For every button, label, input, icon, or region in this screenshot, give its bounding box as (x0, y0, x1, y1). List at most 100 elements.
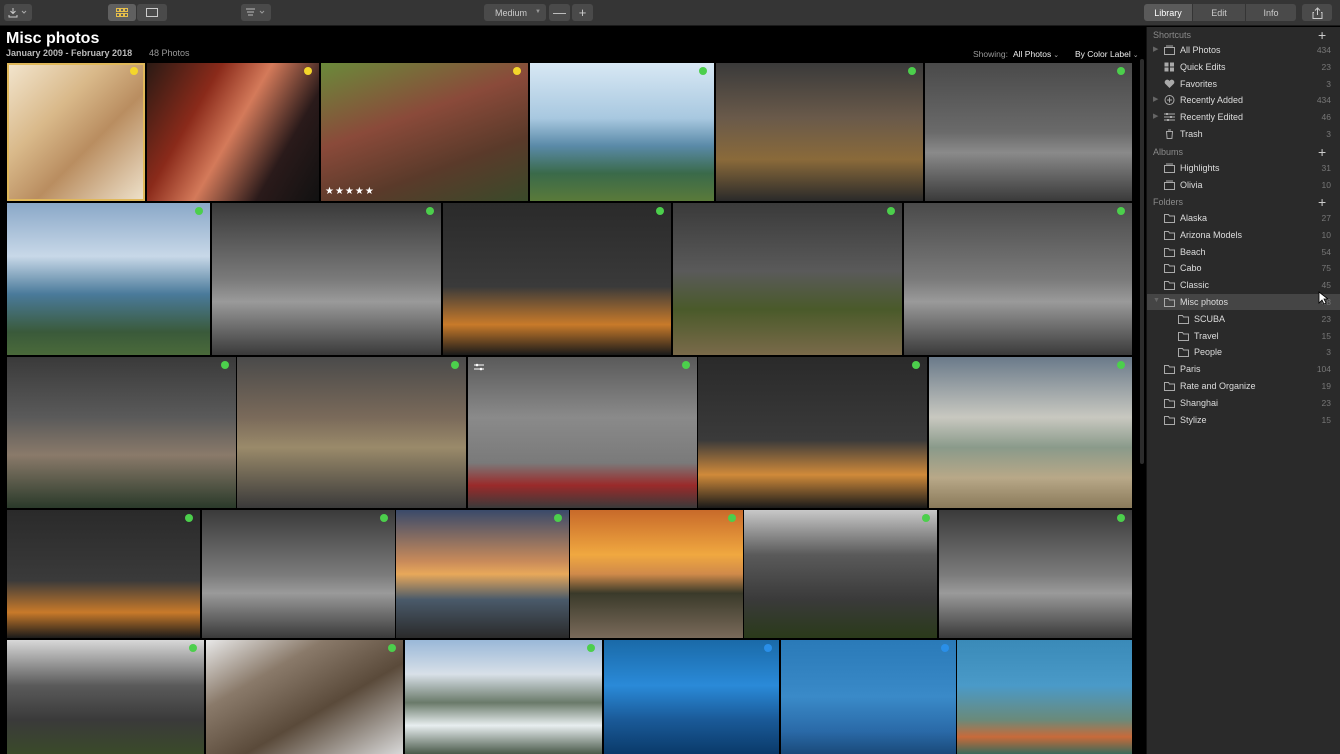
sidebar-folder-arizona-models[interactable]: Arizona Models 10 (1147, 227, 1340, 243)
tab-edit[interactable]: Edit (1193, 4, 1245, 21)
single-view-button[interactable] (137, 4, 167, 21)
add-folder-button[interactable]: + (1318, 195, 1326, 209)
sort-button[interactable] (241, 4, 271, 21)
disclosure-closed-icon[interactable]: ▶ (1153, 112, 1158, 120)
photo-thumbnail[interactable] (7, 203, 210, 355)
sidebar-item-label: Alaska (1180, 213, 1208, 223)
color-label-dot (189, 644, 197, 652)
photo-thumbnail[interactable] (237, 357, 466, 508)
photo-thumbnail[interactable] (698, 357, 927, 508)
sidebar-item-label: SCUBA (1194, 313, 1226, 324)
photo-thumbnail[interactable] (904, 203, 1132, 355)
sidebar-item-label: People (1194, 347, 1223, 358)
sidebar-item-count: 75 (1321, 263, 1331, 274)
photo-browser: Misc photos January 2009 - February 2018… (0, 27, 1146, 754)
photo-thumbnail[interactable] (716, 63, 923, 201)
date-range: January 2009 - February 2018 (6, 48, 133, 58)
sidebar-shortcut-trash[interactable]: Trash 3 (1147, 126, 1340, 142)
color-label-dot (513, 67, 521, 75)
sidebar-folder-scuba[interactable]: SCUBA 23 (1147, 311, 1340, 327)
folder-icon (1164, 247, 1175, 257)
sidebar-shortcut-favorites[interactable]: Favorites 3 (1147, 76, 1340, 92)
photo-thumbnail[interactable] (147, 63, 319, 201)
sidebar-shortcut-quick-edits[interactable]: Quick Edits 23 (1147, 59, 1340, 75)
folder-icon (1164, 264, 1175, 274)
photo-thumbnail[interactable] (468, 357, 697, 508)
tab-library[interactable]: Library (1144, 4, 1192, 21)
sidebar-item-count: 434 (1316, 45, 1331, 55)
folder-icon (1164, 415, 1175, 425)
sidebar-folder-paris[interactable]: Paris 104 (1147, 361, 1340, 377)
sidebar-folder-cabo[interactable]: Cabo 75 (1147, 260, 1340, 276)
sidebar-folder-people[interactable]: People 3 (1147, 344, 1340, 360)
zoom-out-button[interactable]: — (549, 4, 570, 21)
folder-icon (1164, 398, 1175, 408)
album-icon (1164, 180, 1175, 190)
color-label-dot (388, 644, 396, 652)
album-icon (1164, 163, 1175, 173)
photo-thumbnail[interactable] (530, 63, 714, 201)
photo-thumbnail[interactable] (7, 510, 200, 638)
grid-view-button[interactable] (108, 4, 136, 21)
photo-thumbnail[interactable] (781, 640, 956, 754)
photo-thumbnail[interactable] (570, 510, 743, 638)
sidebar-folder-misc-photos[interactable]: ▼ Misc photos 48 (1147, 294, 1340, 310)
add-shortcut-button[interactable]: + (1318, 28, 1326, 42)
add-album-button[interactable]: + (1318, 145, 1326, 159)
sidebar-item-count: 434 (1316, 95, 1331, 106)
photo-thumbnail[interactable] (405, 640, 602, 754)
star-rating: ★★★★★ (325, 186, 375, 197)
sort-by-color-label[interactable]: By Color Label ⌄ (1075, 49, 1139, 59)
share-button[interactable] (1302, 4, 1332, 21)
sidebar-folder-travel[interactable]: Travel 15 (1147, 328, 1340, 344)
thumbnail-size-select[interactable]: Medium ▼ (484, 4, 546, 21)
sidebar-item-label: Trash (1180, 129, 1203, 139)
sidebar-folder-alaska[interactable]: Alaska 27 (1147, 210, 1340, 226)
folder-icon (1164, 214, 1175, 223)
photo-thumbnail[interactable] (929, 357, 1132, 508)
trash-icon (1166, 129, 1173, 139)
photo-thumbnail[interactable] (7, 640, 204, 754)
import-button[interactable] (4, 4, 32, 21)
sidebar-folder-classic[interactable]: Classic 45 (1147, 277, 1340, 293)
folder-icon (1178, 348, 1189, 358)
photo-thumbnail[interactable] (7, 357, 236, 508)
photo-thumbnail[interactable] (202, 510, 395, 638)
scrollbar[interactable] (1140, 59, 1144, 464)
sidebar-album-highlights[interactable]: Highlights 31 (1147, 160, 1340, 176)
sidebar-shortcut-all-photos[interactable]: ▶ All Photos 434 (1147, 42, 1340, 58)
sidebar-album-olivia[interactable]: Olivia 10 (1147, 177, 1340, 193)
photo-thumbnail[interactable] (673, 203, 902, 355)
color-label-dot (130, 67, 138, 75)
showing-filter[interactable]: All Photos ⌄ (1013, 49, 1059, 59)
sidebar-shortcut-recently-added[interactable]: ▶ Recently Added 434 (1147, 92, 1340, 108)
sidebar-folder-beach[interactable]: Beach 54 (1147, 244, 1340, 260)
sort-by-value: By Color Label (1075, 49, 1131, 59)
sidebar-folder-stylize[interactable]: Stylize 15 (1147, 412, 1340, 428)
sidebar-folder-shanghai[interactable]: Shanghai 23 (1147, 395, 1340, 411)
sidebar-item-label: Highlights (1180, 163, 1220, 173)
sidebar-item-count: 23 (1321, 397, 1331, 408)
sidebar-shortcut-recently-edited[interactable]: ▶ Recently Edited 46 (1147, 109, 1340, 125)
disclosure-closed-icon[interactable]: ▶ (1153, 95, 1158, 103)
photo-thumbnail[interactable] (604, 640, 779, 754)
photo-thumbnail[interactable] (744, 510, 937, 638)
photo-thumbnail[interactable] (396, 510, 569, 638)
heart-icon (1164, 79, 1175, 88)
color-label-dot (1117, 361, 1125, 369)
sidebar-item-label: Paris (1180, 364, 1201, 375)
zoom-in-button[interactable]: + (572, 4, 593, 21)
disclosure-open-icon[interactable]: ▼ (1153, 297, 1160, 304)
photo-thumbnail[interactable] (206, 640, 403, 754)
disclosure-closed-icon[interactable]: ▶ (1153, 45, 1158, 53)
sidebar-folder-rate-and-organize[interactable]: Rate and Organize 19 (1147, 378, 1340, 394)
photo-thumbnail[interactable] (7, 63, 145, 201)
photo-thumbnail[interactable] (925, 63, 1132, 201)
photo-thumbnail[interactable] (957, 640, 1132, 754)
tab-info[interactable]: Info (1246, 4, 1296, 21)
folder-icon (1178, 314, 1189, 324)
photo-thumbnail[interactable]: ★★★★★ (321, 63, 528, 201)
photo-thumbnail[interactable] (939, 510, 1132, 638)
photo-thumbnail[interactable] (443, 203, 671, 355)
photo-thumbnail[interactable] (212, 203, 441, 355)
